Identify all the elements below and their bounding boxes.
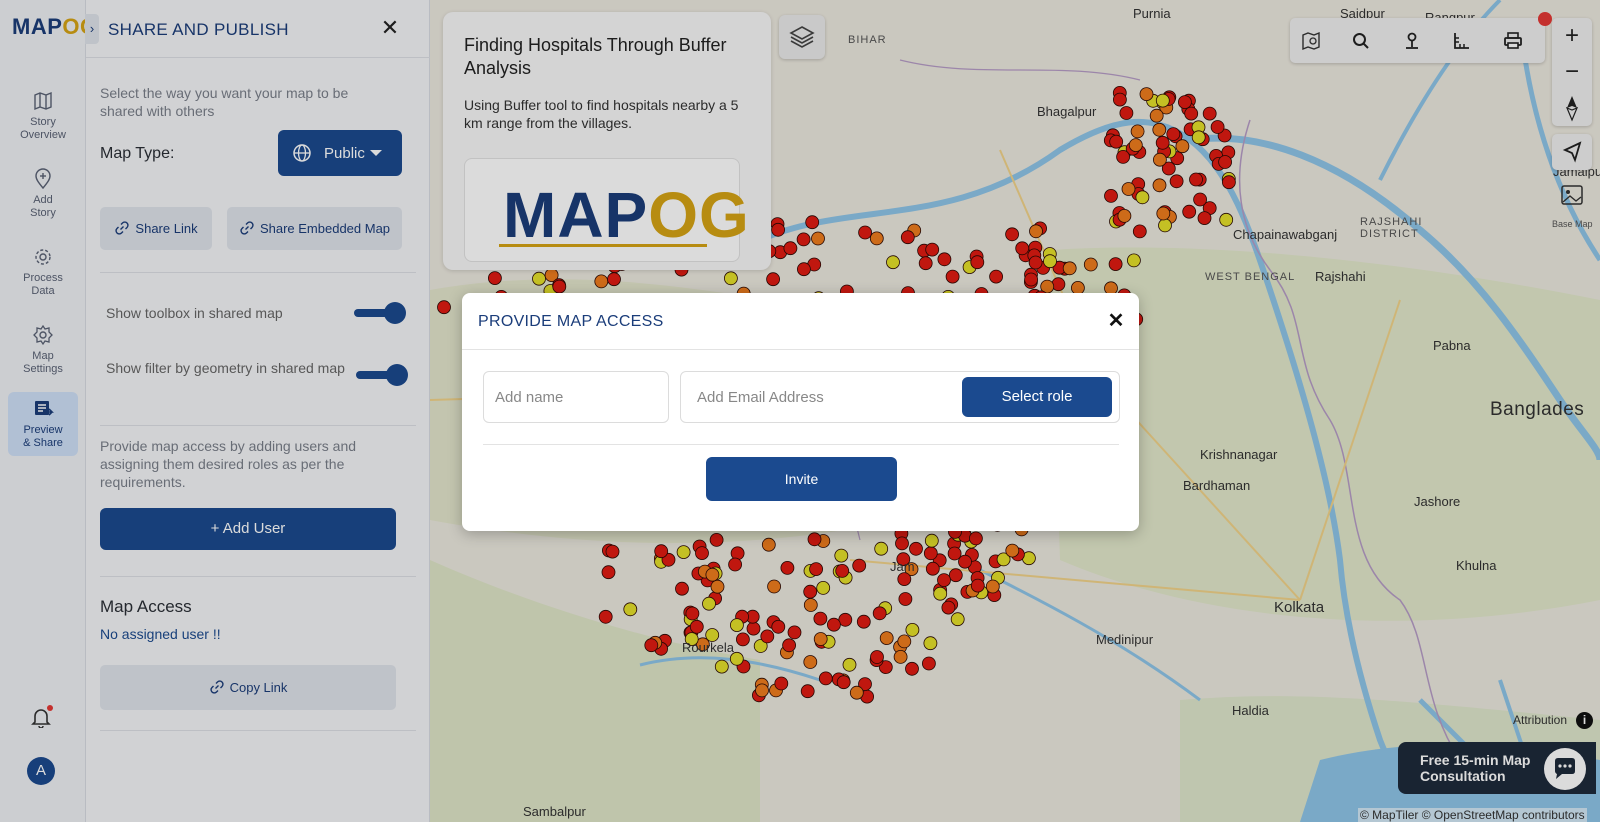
invite-button[interactable]: Invite [706, 457, 897, 501]
name-input[interactable] [483, 371, 669, 423]
modal-close-icon[interactable]: ✕ [1106, 311, 1126, 331]
modal-divider [462, 349, 1139, 350]
select-role-button[interactable]: Select role [962, 377, 1112, 417]
provide-access-modal: PROVIDE MAP ACCESS ✕ Select role Invite [462, 293, 1139, 531]
modal-divider [483, 444, 1119, 445]
modal-title: PROVIDE MAP ACCESS [478, 313, 664, 330]
